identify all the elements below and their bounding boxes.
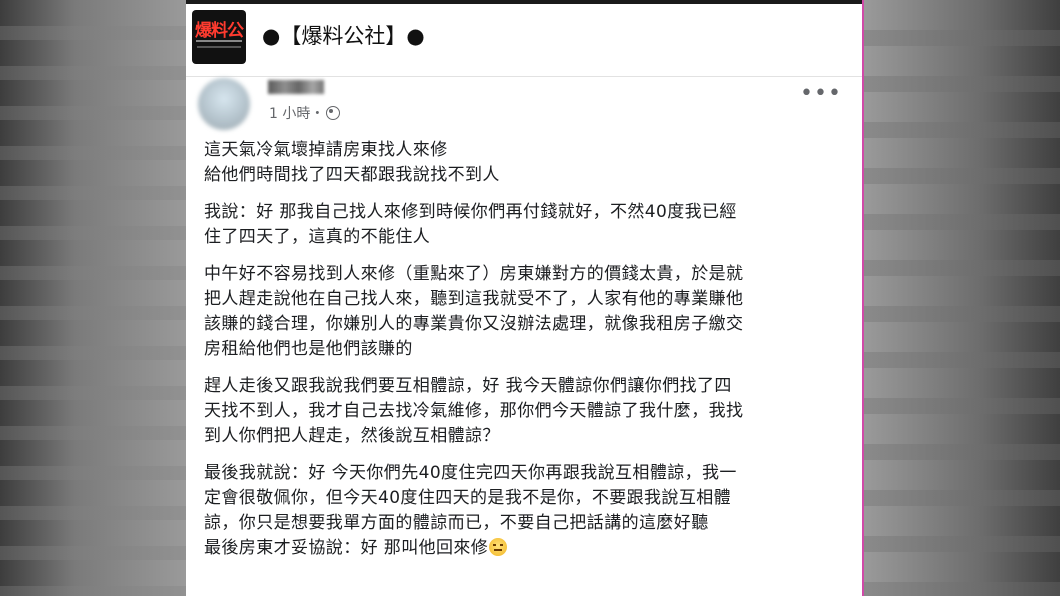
header-divider — [186, 76, 862, 77]
post-line: 該賺的錢合理，你嫌別人的專業貴你又沒辦法處理，就像我租房子繳交 — [204, 314, 744, 334]
post-line: 給他們時間找了四天都跟我說找不到人 — [204, 165, 500, 185]
post-line: 住了四天了，這真的不能住人 — [204, 227, 431, 247]
post-line: 天找不到人，我才自己去找冷氣維修，那你們今天體諒了我什麼，我找 — [204, 401, 744, 421]
post-line: 到人你們把人趕走，然後說互相體諒？ — [204, 426, 500, 446]
author-avatar[interactable] — [198, 78, 250, 130]
group-logo-line — [197, 46, 241, 48]
post-paragraph-3: 中午好不容易找到人來修（重點來了）房東嫌對方的價錢太貴，於是就 把人趕走說他在自… — [204, 262, 844, 362]
post-paragraph-5: 最後我就說：好 今天你們先40度住完四天你再跟我說互相體諒，我一 定會很敬佩你，… — [204, 461, 844, 561]
smile-emoji-icon — [489, 538, 508, 556]
more-options-icon[interactable]: ••• — [800, 83, 842, 105]
post-line: 中午好不容易找到人來修（重點來了）房東嫌對方的價錢太貴，於是就 — [204, 264, 744, 284]
group-name[interactable]: ●【爆料公社】● — [262, 20, 425, 50]
post-time[interactable]: 1 小時・ — [269, 106, 324, 122]
post-line: 我說：好 那我自己找人來修到時候你們再付錢就好，不然40度我已經 — [204, 202, 737, 222]
group-header: 爆料公 ●【爆料公社】● — [186, 4, 862, 76]
post-line: 把人趕走說他在自己找人來，聽到這我就受不了，人家有他的專業賺他 — [204, 289, 744, 309]
post-line: 定會很敬佩你，但今天40度住四天的是我不是你，不要跟我說互相體 — [204, 488, 732, 508]
frame-divider — [862, 0, 864, 596]
facebook-post-card: 爆料公 ●【爆料公社】● 1 小時・ ••• 這天氣冷氣壞掉請房東找人來修 給他… — [186, 4, 862, 596]
post-line-last: 最後房東才妥協說：好 那叫他回來修 — [204, 536, 844, 561]
post-body: 這天氣冷氣壞掉請房東找人來修 給他們時間找了四天都跟我說找不到人 我說：好 那我… — [204, 138, 844, 573]
group-logo-bar — [196, 40, 242, 42]
post-paragraph-2: 我說：好 那我自己找人來修到時候你們再付錢就好，不然40度我已經 住了四天了，這… — [204, 200, 844, 250]
post-meta: 1 小時・ — [269, 103, 341, 123]
author-name-blurred[interactable] — [268, 80, 324, 94]
post-line: 諒，你只是想要我單方面的體諒而已，不要自己把話講的這麼好聽 — [204, 513, 709, 533]
group-logo[interactable]: 爆料公 — [192, 10, 246, 64]
post-line: 房租給他們也是他們該賺的 — [204, 339, 413, 359]
post-line: 這天氣冷氣壞掉請房東找人來修 — [204, 140, 448, 160]
post-line: 趕人走後又跟我說我們要互相體諒，好 我今天體諒你們讓你們找了四 — [204, 376, 732, 396]
group-logo-text: 爆料公 — [195, 21, 244, 41]
post-paragraph-1: 這天氣冷氣壞掉請房東找人來修 給他們時間找了四天都跟我說找不到人 — [204, 138, 844, 188]
post-line: 最後我就說：好 今天你們先40度住完四天你再跟我說互相體諒，我一 — [204, 463, 737, 483]
globe-icon — [326, 106, 341, 120]
post-line-text: 最後房東才妥協說：好 那叫他回來修 — [204, 538, 489, 558]
blurred-background-left — [0, 0, 186, 596]
post-paragraph-4: 趕人走後又跟我說我們要互相體諒，好 我今天體諒你們讓你們找了四 天找不到人，我才… — [204, 374, 844, 449]
blurred-background-right — [864, 0, 1060, 596]
